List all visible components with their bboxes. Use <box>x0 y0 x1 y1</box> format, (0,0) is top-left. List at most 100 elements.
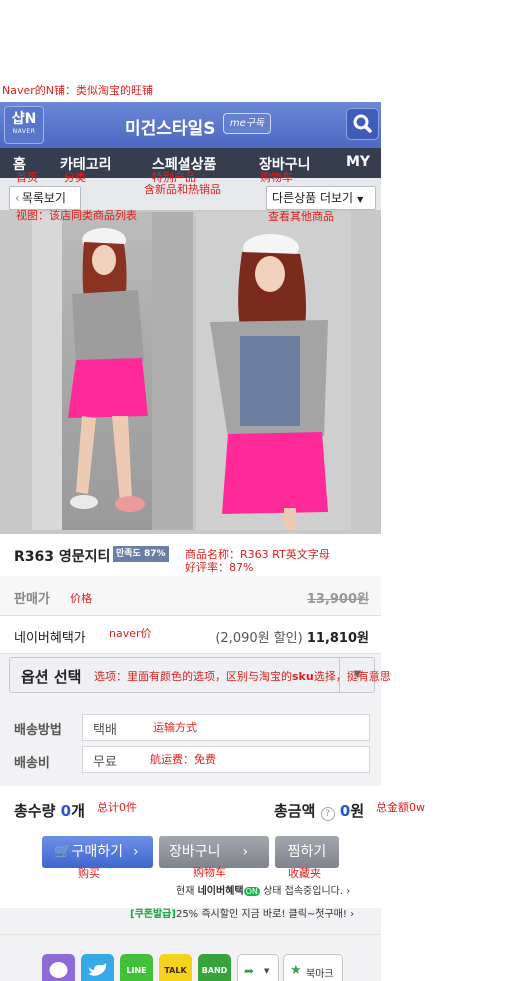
status-brand: 네이버혜택 <box>197 886 244 897</box>
cart-label: 장바구니 <box>169 844 221 860</box>
more-products-label: 다른상품 더보기 <box>272 191 354 205</box>
total-amount-label: 총금액 <box>274 802 316 820</box>
dropdown-arrow-icon: ▼ <box>357 195 364 204</box>
annotation-special-2: 含新品和热销品 <box>144 183 221 196</box>
help-icon[interactable]: ? <box>320 807 335 821</box>
product-photo-right[interactable] <box>196 212 351 530</box>
total-qty-unit: 개 <box>71 802 85 820</box>
product-photo-left[interactable] <box>32 212 193 530</box>
annotation-total-qty: 总计0件 <box>97 801 137 814</box>
friends-share-button[interactable] <box>42 954 75 981</box>
annotation-cart-nav: 购物车 <box>260 171 293 184</box>
annotation-product-name: 商品名称：R363 RT英文字母 <box>185 548 330 561</box>
annotation-list-view: 视图：该店同类商品列表 <box>16 209 137 222</box>
price-label: 판매가 <box>14 592 50 607</box>
ship-fee-value: 무료 <box>93 755 117 770</box>
ship-fee-box: 무료 <box>82 746 370 773</box>
shipping-section: 배송방법 택배 배송비 무료 <box>0 706 381 782</box>
annotation-ship-fee: 航运费：免费 <box>150 753 216 766</box>
annotation-price: 价格 <box>70 592 92 605</box>
benefit-label: 네이버혜택가 <box>14 631 86 646</box>
search-icon <box>353 114 372 133</box>
nav-my[interactable]: MY <box>346 154 370 170</box>
total-amount: 총금액 ? 0원 <box>274 800 364 821</box>
annotation-option: 选项：里面有颜色的选项，区别与淘宝的sku选择，挺有意思 <box>94 670 391 683</box>
shopn-logo[interactable]: 샵N NAVER <box>4 106 44 144</box>
chevron-right-icon: › <box>346 886 351 897</box>
wish-button[interactable]: 찜하기 <box>275 836 339 868</box>
shop-header: 샵N NAVER 미건스타일S me구독 <box>0 102 381 148</box>
total-amount-unit: 원 <box>350 802 365 820</box>
satisfaction-badge: 만족도 87% <box>113 546 169 562</box>
annotation-more-products: 查看其他商品 <box>268 210 334 223</box>
model-figure-right <box>196 212 351 530</box>
ship-method-value: 택배 <box>93 723 117 738</box>
bookmark-button[interactable]: ★ 북마크 <box>283 954 343 981</box>
list-view-label: 목록보기 <box>21 191 66 205</box>
annotation-top-note: Naver的N铺：类似淘宝的旺铺 <box>2 84 153 97</box>
subscribe-badge[interactable]: me구독 <box>223 113 271 134</box>
annotation-cart: 购物车 <box>193 866 226 879</box>
annotation-category: 分类 <box>64 171 86 184</box>
ship-fee-label: 배송비 <box>14 756 50 771</box>
search-button[interactable] <box>346 108 379 140</box>
chat-bubble-icon <box>49 962 68 978</box>
ship-method-box: 택배 <box>82 714 370 741</box>
annotation-option-post: 选择，挺有意思 <box>313 670 391 683</box>
price-row: 판매가 13,900원 <box>0 576 381 616</box>
chevron-right-icon: › <box>242 844 249 860</box>
annotation-total-amount: 总金额0w <box>376 801 425 814</box>
coupon-text: 25% 즉시할인 지금 바로! 클릭~첫구매! <box>175 909 347 920</box>
share-arrow-icon: ➦ <box>244 964 255 978</box>
logo-sub-text: NAVER <box>12 128 36 135</box>
list-view-button[interactable]: ‹ 목록보기 <box>9 186 81 210</box>
more-share-button[interactable]: ➦ ▼ <box>237 954 279 981</box>
price-original: 13,900원 <box>306 592 369 607</box>
status-pre: 현재 <box>176 886 195 897</box>
product-photo-area <box>0 210 381 534</box>
totals-section: 총수량 0개 총금액 ? 0원 🛒구매하기 › 장바구니 › 찜하기 현재 네이버혜… <box>0 786 381 920</box>
share-toolbar: LINE TALK BAND ➦ ▼ ★ 북마크 <box>0 934 381 981</box>
band-share-button[interactable]: BAND <box>198 954 231 981</box>
annotation-satisfaction: 好评率：87% <box>185 561 254 574</box>
total-qty-label: 총수량 <box>14 802 56 820</box>
bookmark-label: 북마크 <box>306 969 334 980</box>
annotation-buy: 购买 <box>78 867 100 880</box>
chevron-left-icon: ‹ <box>15 191 20 205</box>
kakaotalk-share-button[interactable]: TALK <box>159 954 192 981</box>
total-qty-value: 0 <box>60 802 72 820</box>
logo-text: 샵N <box>11 111 37 127</box>
buy-button[interactable]: 🛒구매하기 › <box>42 836 153 868</box>
chevron-right-icon: › <box>132 844 139 860</box>
mobile-shop-page: 샵N NAVER 미건스타일S me구독 홈 카테고리 스페셜상품 장바구니 M… <box>0 102 381 981</box>
coupon-tag: [쿠폰발급] <box>130 909 176 920</box>
benefit-price: 11,810원 <box>306 631 369 646</box>
total-qty: 총수량 0개 <box>14 800 85 821</box>
dropdown-arrow-icon: ▼ <box>264 967 270 975</box>
benefit-discount: (2,090원 할인) <box>215 631 303 646</box>
naver-benefit-status[interactable]: 현재 네이버혜택 ON 상태 접속중입니다. › <box>176 882 350 897</box>
annotation-ship-method: 运输方式 <box>153 721 197 734</box>
total-amount-value: 0 <box>339 802 351 820</box>
annotation-option-pre: 选项：里面有颜色的选项，区别与淘宝的 <box>94 670 292 683</box>
shop-title[interactable]: 미건스타일S <box>125 114 215 139</box>
annotation-home: 首页 <box>16 171 38 184</box>
coupon-promo[interactable]: [쿠폰발급]25% 즉시할인 지금 바로! 클릭~첫구매! › <box>130 905 354 920</box>
cart-button[interactable]: 장바구니 › <box>159 836 269 868</box>
annotation-option-sku: sku <box>292 670 314 683</box>
status-post: 상태 접속중입니다. <box>263 886 344 897</box>
chevron-right-icon: › <box>350 909 355 920</box>
product-name: R363 영문지티 <box>14 549 111 565</box>
model-figure-left <box>32 212 193 530</box>
benefit-price-row: 네이버혜택가 (2,090원 할인) 11,810원 <box>0 616 381 654</box>
buy-label: 구매하기 <box>71 844 123 860</box>
annotation-wish: 收藏夹 <box>288 867 321 880</box>
option-label: 옵션 선택 <box>21 668 82 686</box>
ship-method-label: 배송방법 <box>14 723 62 738</box>
line-share-button[interactable]: LINE <box>120 954 153 981</box>
on-badge: ON <box>243 887 260 896</box>
more-products-button[interactable]: 다른상품 더보기 ▼ <box>266 186 376 210</box>
twitter-bird-icon <box>89 963 107 976</box>
star-icon: ★ <box>290 963 302 978</box>
twitter-share-button[interactable] <box>81 954 114 981</box>
